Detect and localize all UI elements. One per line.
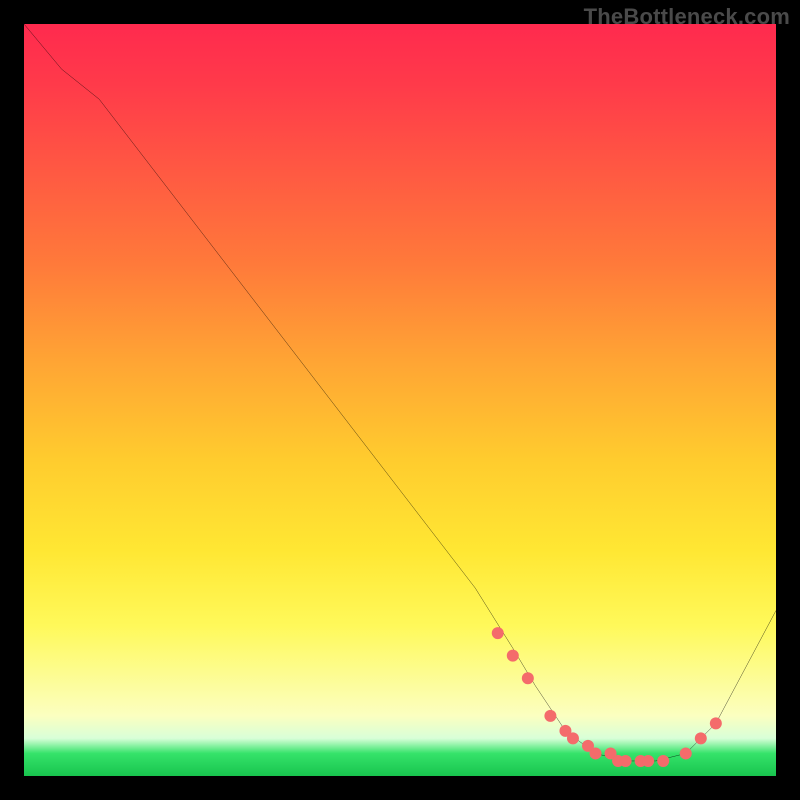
chart-gradient-background <box>24 24 776 776</box>
marker-dot <box>567 732 579 744</box>
watermark-text: TheBottleneck.com <box>584 4 790 30</box>
marker-dot <box>710 717 722 729</box>
marker-dot <box>544 710 556 722</box>
marker-dot <box>620 755 632 767</box>
chart-svg <box>24 24 776 776</box>
marker-dot <box>522 672 534 684</box>
marker-dot <box>590 747 602 759</box>
marker-dot <box>642 755 654 767</box>
markers-group <box>492 627 722 767</box>
marker-dot <box>492 627 504 639</box>
chart-stage: TheBottleneck.com <box>0 0 800 800</box>
curve-group <box>24 24 776 761</box>
bottleneck-curve <box>24 24 776 761</box>
marker-dot <box>695 732 707 744</box>
marker-dot <box>657 755 669 767</box>
marker-dot <box>680 747 692 759</box>
marker-dot <box>507 650 519 662</box>
